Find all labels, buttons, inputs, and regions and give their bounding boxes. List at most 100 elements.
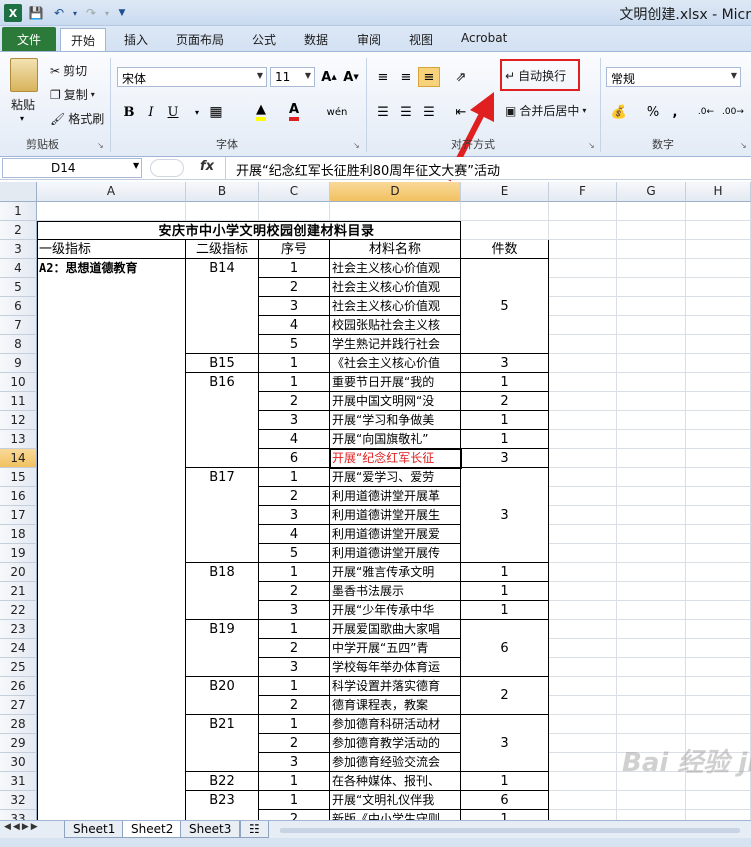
copy-dropdown-icon[interactable]: ▾ <box>91 90 95 99</box>
sequence-cell[interactable]: 5 <box>259 335 330 354</box>
row-header[interactable]: 24 <box>0 639 37 658</box>
indicator-level1-cell[interactable] <box>37 487 186 506</box>
indicator-level1-cell[interactable] <box>37 525 186 544</box>
sequence-cell[interactable]: 5 <box>259 544 330 563</box>
sequence-cell[interactable]: 2 <box>259 810 330 820</box>
formula-splitter[interactable] <box>150 159 184 177</box>
material-name-cell[interactable]: 利用道德讲堂开展爱 <box>330 525 461 544</box>
formula-input[interactable]: 开展“纪念红军长征胜利80周年征文大赛”活动 <box>236 160 500 179</box>
comma-style-icon[interactable]: , <box>664 102 686 122</box>
font-launcher-icon[interactable]: ↘ <box>353 141 360 150</box>
indicator-level1-cell[interactable] <box>37 734 186 753</box>
material-name-cell[interactable]: 参加德育教学活动的 <box>330 734 461 753</box>
column-header-a[interactable]: A <box>37 182 186 202</box>
row-header[interactable]: 3 <box>0 240 37 259</box>
align-center-icon[interactable]: ☰ <box>395 102 417 122</box>
sequence-cell[interactable]: 3 <box>259 506 330 525</box>
row-header[interactable]: 4 <box>0 259 37 278</box>
indicator-level2-cell[interactable] <box>186 392 259 411</box>
indicator-level2-cell[interactable] <box>186 430 259 449</box>
italic-button[interactable]: I <box>140 102 162 122</box>
material-name-cell[interactable]: 德育课程表，教案 <box>330 696 461 715</box>
material-name-cell[interactable]: 开展“少年传承中华 <box>330 601 461 620</box>
font-name-select[interactable]: 宋体 ▼ <box>117 67 267 87</box>
indicator-level1-cell[interactable] <box>37 449 186 468</box>
indicator-level2-cell[interactable]: B14 <box>186 259 259 278</box>
count-cell[interactable]: 3 <box>461 449 549 468</box>
indicator-level2-cell[interactable] <box>186 411 259 430</box>
row-header[interactable]: 20 <box>0 563 37 582</box>
increase-decimal-icon[interactable]: .0← <box>695 102 717 122</box>
underline-button[interactable]: U <box>162 102 184 122</box>
sequence-cell[interactable]: 1 <box>259 259 330 278</box>
orientation-icon[interactable]: ⇗ <box>450 67 472 87</box>
indicator-level2-cell[interactable] <box>186 544 259 563</box>
count-cell[interactable]: 3 <box>461 715 549 772</box>
indicator-level1-cell[interactable] <box>37 677 186 696</box>
indicator-level1-cell[interactable] <box>37 791 186 810</box>
sheet-nav-icon[interactable]: ◀◀▶▶ <box>4 822 40 832</box>
sequence-cell[interactable]: 3 <box>259 601 330 620</box>
column-header-label[interactable]: 件数 <box>461 240 549 259</box>
tab-review[interactable]: 审阅 <box>347 28 391 51</box>
indicator-level2-cell[interactable] <box>186 525 259 544</box>
material-name-cell[interactable]: 社会主义核心价值观 <box>330 297 461 316</box>
indicator-level2-cell[interactable] <box>186 297 259 316</box>
sheet-title[interactable]: 安庆市中小学文明校园创建材料目录 <box>37 221 461 240</box>
cut-button[interactable]: ✂ 剪切 <box>50 62 87 79</box>
name-box[interactable]: D14 <box>2 158 142 178</box>
column-header-b[interactable]: B <box>186 182 259 202</box>
row-header[interactable]: 25 <box>0 658 37 677</box>
material-name-cell[interactable]: 开展爱国歌曲大家唱 <box>330 620 461 639</box>
indicator-level2-cell[interactable] <box>186 810 259 820</box>
indicator-level2-cell[interactable] <box>186 658 259 677</box>
spreadsheet-grid[interactable]: ABCDEFGH 1 2 3 4 5 6 7 8 9 10 11 12 13 14 15 16 17 18 19 20… <box>0 182 751 820</box>
sequence-cell[interactable]: 2 <box>259 487 330 506</box>
count-cell[interactable]: 3 <box>461 354 549 373</box>
indicator-level1-cell[interactable] <box>37 772 186 791</box>
bold-button[interactable]: B <box>118 102 140 122</box>
sequence-cell[interactable]: 3 <box>259 297 330 316</box>
material-name-cell[interactable]: 社会主义核心价值观 <box>330 278 461 297</box>
number-launcher-icon[interactable]: ↘ <box>740 141 747 150</box>
material-name-cell[interactable]: 开展“学习和争做美 <box>330 411 461 430</box>
sequence-cell[interactable]: 4 <box>259 316 330 335</box>
align-top-icon[interactable]: ≡ <box>372 67 394 87</box>
indicator-level2-cell[interactable] <box>186 582 259 601</box>
column-header-label[interactable]: 二级指标 <box>186 240 259 259</box>
count-cell[interactable]: 1 <box>461 601 549 620</box>
column-header-f[interactable]: F <box>549 182 617 202</box>
indicator-level2-cell[interactable] <box>186 734 259 753</box>
indicator-level1-cell[interactable] <box>37 696 186 715</box>
row-header[interactable]: 27 <box>0 696 37 715</box>
indicator-level1-cell[interactable] <box>37 297 186 316</box>
row-header[interactable]: 9 <box>0 354 37 373</box>
column-header-label[interactable]: 序号 <box>259 240 330 259</box>
sequence-cell[interactable]: 1 <box>259 373 330 392</box>
indicator-level1-cell[interactable] <box>37 354 186 373</box>
row-header[interactable]: 31 <box>0 772 37 791</box>
count-cell[interactable]: 1 <box>461 430 549 449</box>
indicator-level1-cell[interactable] <box>37 582 186 601</box>
indicator-level2-cell[interactable] <box>186 696 259 715</box>
count-cell[interactable]: 6 <box>461 791 549 810</box>
indicator-level2-cell[interactable] <box>186 506 259 525</box>
indicator-level2-cell[interactable]: B23 <box>186 791 259 810</box>
row-header[interactable]: 32 <box>0 791 37 810</box>
material-name-cell[interactable]: 开展“文明礼仪伴我 <box>330 791 461 810</box>
material-name-cell[interactable]: 学校每年举办体育运 <box>330 658 461 677</box>
indicator-level1-cell[interactable] <box>37 658 186 677</box>
sheet-tab-3[interactable]: Sheet3 <box>180 821 241 838</box>
row-header[interactable]: 19 <box>0 544 37 563</box>
row-header[interactable]: 29 <box>0 734 37 753</box>
sequence-cell[interactable]: 3 <box>259 411 330 430</box>
indicator-level2-cell[interactable] <box>186 335 259 354</box>
row-header[interactable]: 1 <box>0 202 37 221</box>
borders-icon[interactable]: ▦ <box>205 102 227 122</box>
indicator-level1-cell[interactable] <box>37 544 186 563</box>
paste-dropdown-icon[interactable]: ▾ <box>20 114 24 123</box>
indicator-level1-cell[interactable] <box>37 601 186 620</box>
sequence-cell[interactable]: 1 <box>259 772 330 791</box>
indicator-level1-cell[interactable] <box>37 506 186 525</box>
count-cell[interactable]: 3 <box>461 468 549 563</box>
